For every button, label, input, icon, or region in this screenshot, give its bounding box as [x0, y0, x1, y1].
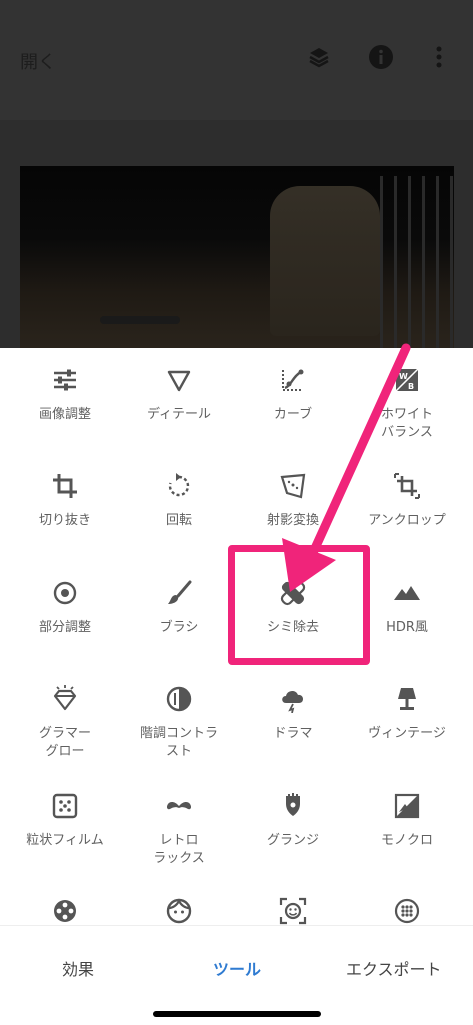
tool-black-white[interactable]: モノクロ: [348, 792, 466, 852]
svg-text:B: B: [408, 382, 414, 391]
tool-tonal-contrast[interactable]: 階調コントラ スト: [120, 685, 238, 765]
tool-label: レトロ ラックス: [153, 833, 205, 866]
tool-label: グラマー グロー: [38, 726, 91, 759]
dots-circle-icon: [394, 898, 420, 924]
tool-label: ブラシ: [159, 620, 199, 635]
brush-icon: [168, 580, 192, 604]
tonal-contrast-icon: [166, 686, 192, 712]
photo-table: [100, 316, 180, 324]
diamond-icon: [53, 685, 77, 711]
tool-label: モノクロ: [380, 833, 433, 848]
highlight-box: [228, 545, 370, 665]
tool-label: 切り抜き: [38, 513, 91, 528]
tool-label: 回転: [165, 513, 192, 528]
guitar-icon: [286, 793, 300, 816]
tool-grunge[interactable]: グランジ: [234, 792, 352, 852]
tool-label: 射影変換: [266, 513, 319, 528]
tab-export[interactable]: エクスポート: [346, 956, 442, 980]
mustache-icon: [166, 801, 192, 810]
tool-selective[interactable]: 部分調整: [6, 579, 124, 639]
tool-crop[interactable]: 切り抜き: [6, 472, 124, 532]
face-icon: [166, 898, 192, 924]
tool-retrolux[interactable]: レトロ ラックス: [120, 792, 238, 872]
info-icon[interactable]: [368, 44, 394, 70]
home-indicator[interactable]: [153, 1011, 321, 1017]
tool-details[interactable]: ディテール: [120, 366, 238, 426]
tool-label: 画像調整: [38, 407, 91, 422]
crop-icon: [53, 474, 77, 498]
tool-film-reel[interactable]: [6, 897, 124, 925]
tool-brush[interactable]: ブラシ: [120, 579, 238, 639]
photo-railing: [380, 176, 454, 348]
tool-perspective[interactable]: 射影変換: [234, 472, 352, 532]
tool-label: カーブ: [273, 407, 313, 422]
film-reel-icon: [54, 900, 76, 922]
mountain-icon: [394, 586, 420, 600]
layers-undo-icon[interactable]: [306, 44, 332, 70]
tool-label: 階調コントラ スト: [139, 726, 218, 759]
tool-expand[interactable]: アンクロップ: [348, 472, 466, 532]
tool-label: ヴィンテージ: [368, 726, 446, 741]
more-vert-icon[interactable]: [426, 44, 452, 70]
tool-label: 部分調整: [38, 620, 91, 635]
tool-label: 粒状フィルム: [26, 833, 104, 848]
monochrome-icon: [394, 793, 420, 819]
tool-glamour-glow[interactable]: グラマー グロー: [6, 685, 124, 765]
tool-label: ドラマ: [273, 726, 313, 741]
lamp-icon: [398, 688, 416, 710]
tool-label: アンクロップ: [368, 513, 446, 528]
tool-lens-blur[interactable]: [348, 897, 466, 925]
bottom-nav: 効果 ツール エクスポート: [0, 925, 473, 1025]
tool-drama[interactable]: ドラマ: [234, 685, 352, 745]
cloud-icon: [282, 690, 304, 713]
tool-rotate[interactable]: 回転: [120, 472, 238, 532]
white-balance-icon: W B: [395, 368, 419, 392]
photo-chair: [270, 186, 380, 336]
tool-label: グランジ: [266, 833, 319, 848]
grain-icon: [52, 793, 78, 819]
tool-portrait[interactable]: [120, 897, 238, 925]
tool-grainy-film[interactable]: 粒状フィルム: [6, 792, 124, 852]
top-bar: 開く: [0, 0, 473, 120]
selective-icon: [53, 581, 77, 605]
face-detect-icon: [279, 897, 307, 925]
tab-looks[interactable]: 効果: [62, 956, 94, 980]
tool-tune-image[interactable]: 画像調整: [6, 366, 124, 426]
triangle-icon: [167, 370, 191, 392]
open-button[interactable]: 開く: [20, 48, 56, 74]
tool-curves[interactable]: カーブ: [234, 366, 352, 426]
expand-icon: [394, 473, 420, 499]
tool-label: ホワイト バランス: [380, 407, 433, 440]
curve-icon: [282, 369, 304, 391]
svg-text:W: W: [399, 372, 408, 381]
photo-preview: [20, 166, 454, 348]
tool-head-pose[interactable]: [234, 897, 352, 925]
tool-white-balance[interactable]: W B ホワイト バランス: [348, 366, 466, 446]
tool-vintage[interactable]: ヴィンテージ: [348, 685, 466, 745]
tool-label: ディテール: [146, 407, 212, 422]
rotate-icon: [168, 473, 190, 497]
perspective-icon: [280, 473, 306, 499]
sliders-icon: [54, 369, 76, 391]
tab-tools[interactable]: ツール: [213, 956, 261, 980]
